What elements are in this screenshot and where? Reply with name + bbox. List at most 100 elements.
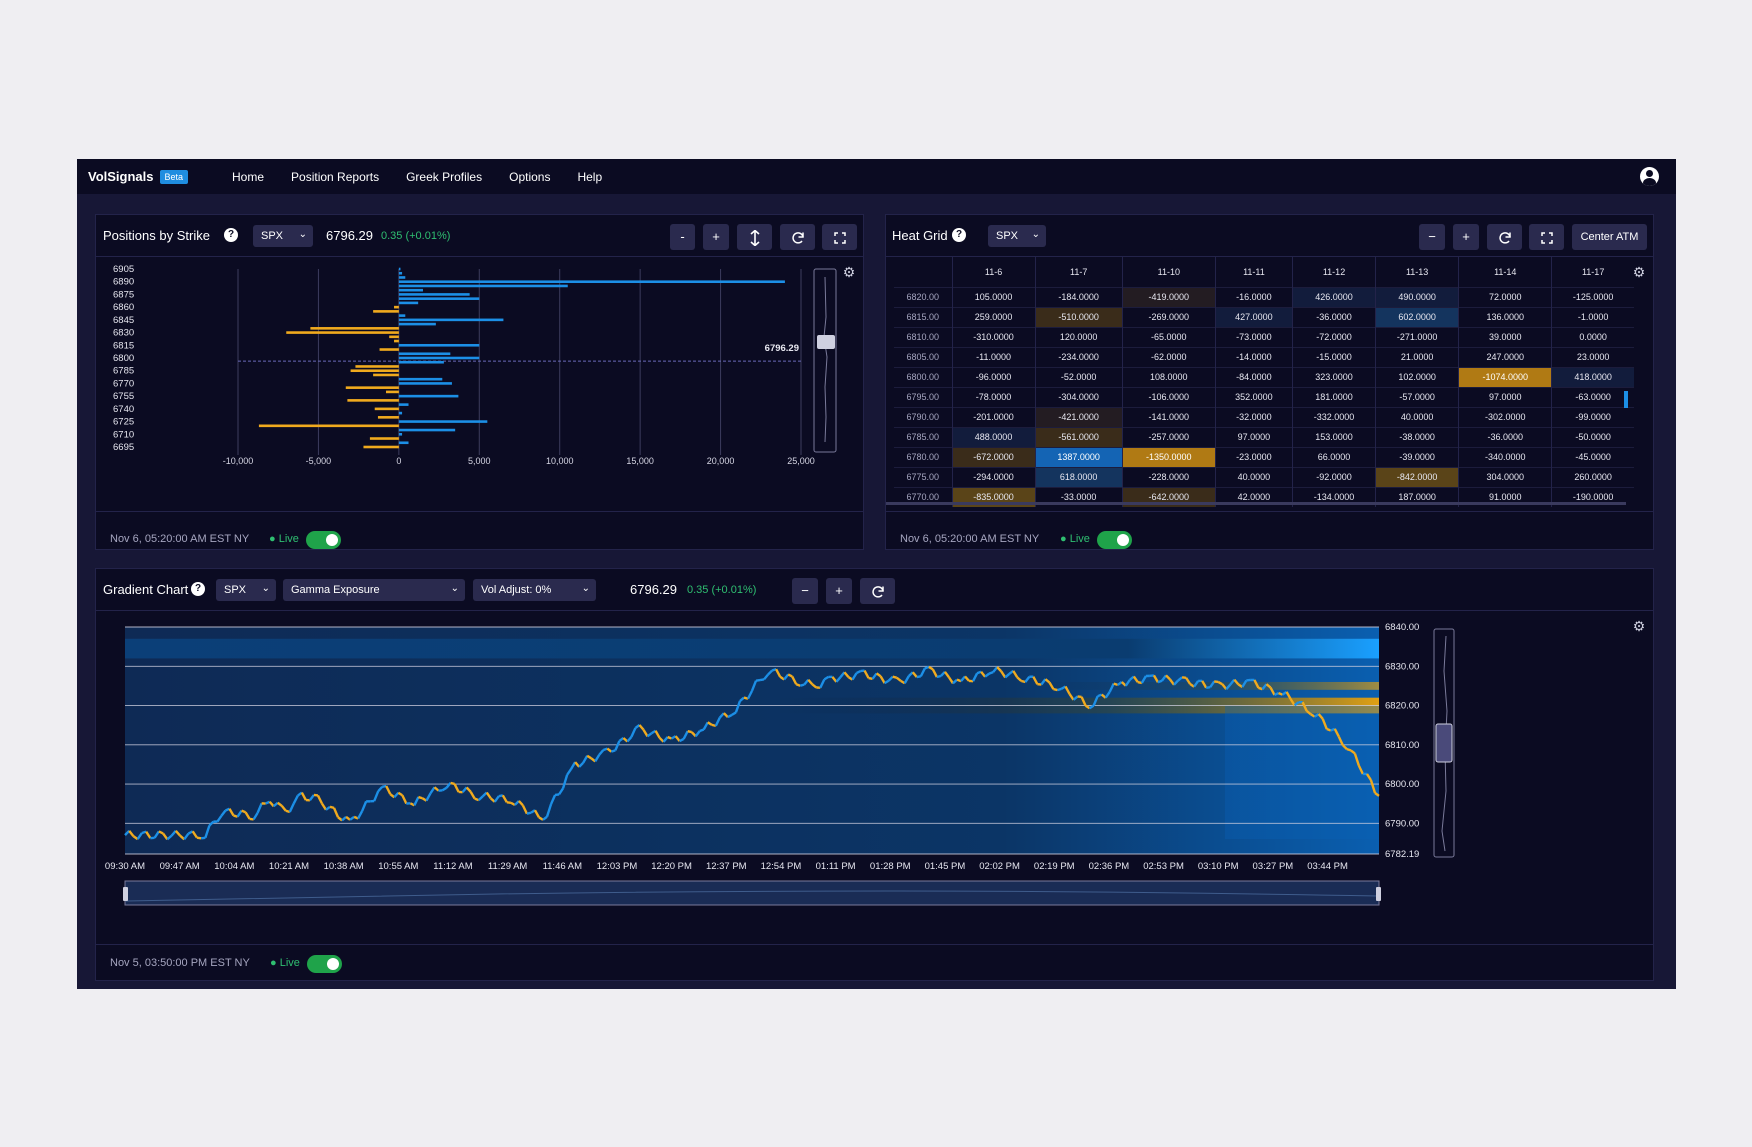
heat-cell[interactable]: 40.0000 (1214, 466, 1293, 487)
heat-cell[interactable]: -184.0000 (1034, 286, 1123, 307)
heat-cell[interactable]: -672.0000 (951, 446, 1036, 467)
heat-cell[interactable]: -14.0000 (1214, 346, 1293, 367)
heatgrid-zoom-in-button[interactable]: + (1453, 224, 1479, 250)
heat-cell[interactable]: -36.0000 (1291, 306, 1376, 327)
heat-cell[interactable]: -16.0000 (1214, 286, 1293, 307)
nav-options[interactable]: Options (509, 170, 550, 184)
heat-cell[interactable]: -271.0000 (1375, 326, 1459, 347)
heat-cell[interactable]: 0.0000 (1551, 326, 1634, 347)
heat-cell[interactable]: 181.0000 (1291, 386, 1376, 407)
heat-cell[interactable]: 490.0000 (1375, 286, 1459, 307)
heat-cell[interactable]: -38.0000 (1375, 426, 1459, 447)
heat-cell[interactable]: 108.0000 (1121, 366, 1216, 387)
heat-cell[interactable]: 97.0000 (1214, 426, 1293, 447)
heat-cell[interactable]: -294.0000 (951, 466, 1036, 487)
heat-cell[interactable]: 488.0000 (951, 426, 1036, 447)
heat-cell[interactable]: 136.0000 (1458, 306, 1552, 327)
heat-cell[interactable]: 260.0000 (1551, 466, 1634, 487)
brand-logo[interactable]: VolSignals (88, 169, 154, 184)
fullscreen-button[interactable] (822, 224, 857, 250)
heatgrid-live-toggle[interactable] (1097, 531, 1132, 549)
heat-cell[interactable]: -1350.0000 (1121, 446, 1216, 467)
heat-cell[interactable]: 72.0000 (1458, 286, 1552, 307)
heat-cell[interactable]: -62.0000 (1121, 346, 1216, 367)
heat-cell[interactable]: 39.0000 (1458, 326, 1552, 347)
heat-cell[interactable]: -65.0000 (1121, 326, 1216, 347)
refresh-button[interactable] (780, 224, 815, 250)
heatgrid-help-icon[interactable]: ? (952, 228, 966, 242)
heat-cell[interactable]: -419.0000 (1121, 286, 1216, 307)
heat-cell[interactable]: -332.0000 (1291, 406, 1376, 427)
gradient-refresh-button[interactable] (860, 578, 895, 604)
heatgrid-fullscreen-button[interactable] (1529, 224, 1564, 250)
heat-cell[interactable]: -234.0000 (1034, 346, 1123, 367)
heat-cell[interactable]: 352.0000 (1214, 386, 1293, 407)
heat-cell[interactable]: -15.0000 (1291, 346, 1376, 367)
nav-greek-profiles[interactable]: Greek Profiles (406, 170, 482, 184)
heat-cell[interactable]: -201.0000 (951, 406, 1036, 427)
positions-live-toggle[interactable] (306, 531, 341, 549)
heat-cell[interactable]: -57.0000 (1375, 386, 1459, 407)
heatgrid-refresh-button[interactable] (1487, 224, 1522, 250)
heatgrid-zoom-out-button[interactable]: − (1419, 224, 1445, 250)
heat-cell[interactable]: 40.0000 (1375, 406, 1459, 427)
vol-adjust-select[interactable]: Vol Adjust: 0% ⌄ (473, 579, 596, 601)
zoom-in-button[interactable]: + (703, 224, 729, 250)
heat-cell[interactable]: 427.0000 (1214, 306, 1293, 327)
heat-cell[interactable]: -45.0000 (1551, 446, 1634, 467)
heat-cell[interactable]: -141.0000 (1121, 406, 1216, 427)
heat-cell[interactable]: -340.0000 (1458, 446, 1552, 467)
heat-cell[interactable]: 102.0000 (1375, 366, 1459, 387)
user-account-icon[interactable] (1640, 167, 1659, 186)
heatgrid-scrollbar-thumb[interactable] (1624, 391, 1628, 408)
heat-cell[interactable]: -421.0000 (1034, 406, 1123, 427)
heat-cell[interactable]: 247.0000 (1458, 346, 1552, 367)
heatgrid-horizontal-scrollbar[interactable] (886, 502, 1626, 505)
heat-cell[interactable]: -228.0000 (1121, 466, 1216, 487)
heatgrid-settings-gear-icon[interactable]: ⚙ (1632, 265, 1646, 279)
metric-select[interactable]: Gamma Exposure ⌄ (283, 579, 465, 601)
heat-cell[interactable]: -99.0000 (1551, 406, 1634, 427)
heat-cell[interactable]: 21.0000 (1375, 346, 1459, 367)
heat-cell[interactable]: 120.0000 (1034, 326, 1123, 347)
heat-cell[interactable]: -36.0000 (1458, 426, 1552, 447)
vertical-fit-button[interactable] (737, 224, 772, 250)
heat-cell[interactable]: -52.0000 (1034, 366, 1123, 387)
heat-cell[interactable]: -842.0000 (1375, 466, 1459, 487)
heat-cell[interactable]: -561.0000 (1034, 426, 1123, 447)
gradient-ticker-select[interactable]: SPX ⌄ (216, 579, 276, 601)
heat-cell[interactable]: -125.0000 (1551, 286, 1634, 307)
heat-cell[interactable]: -1.0000 (1551, 306, 1634, 327)
heat-cell[interactable]: 426.0000 (1291, 286, 1376, 307)
heat-cell[interactable]: -310.0000 (951, 326, 1036, 347)
heat-cell[interactable]: 105.0000 (951, 286, 1036, 307)
heat-cell[interactable]: 618.0000 (1034, 466, 1123, 487)
gradient-zoom-in-button[interactable]: + (826, 578, 852, 604)
heat-cell[interactable]: 304.0000 (1458, 466, 1552, 487)
heat-cell[interactable]: 66.0000 (1291, 446, 1376, 467)
heat-cell[interactable]: -510.0000 (1034, 306, 1123, 327)
heat-cell[interactable]: -106.0000 (1121, 386, 1216, 407)
heat-cell[interactable]: 602.0000 (1375, 306, 1459, 327)
heat-cell[interactable]: -39.0000 (1375, 446, 1459, 467)
heatgrid-ticker-select[interactable]: SPX ⌄ (988, 225, 1046, 247)
positions-ticker-select[interactable]: SPX ⌄ (253, 225, 313, 247)
heat-cell[interactable]: 153.0000 (1291, 426, 1376, 447)
heat-cell[interactable]: -257.0000 (1121, 426, 1216, 447)
center-atm-button[interactable]: Center ATM (1572, 224, 1647, 250)
nav-position-reports[interactable]: Position Reports (291, 170, 379, 184)
gradient-zoom-out-button[interactable]: − (792, 578, 818, 604)
heat-cell[interactable]: -92.0000 (1291, 466, 1376, 487)
heat-cell[interactable]: 23.0000 (1551, 346, 1634, 367)
heat-cell[interactable]: 418.0000 (1551, 366, 1634, 387)
heat-cell[interactable]: -84.0000 (1214, 366, 1293, 387)
gradient-live-toggle[interactable] (307, 955, 342, 973)
nav-help[interactable]: Help (577, 170, 602, 184)
heat-cell[interactable]: 1387.0000 (1034, 446, 1123, 467)
heat-cell[interactable]: -11.0000 (951, 346, 1036, 367)
heat-cell[interactable]: -269.0000 (1121, 306, 1216, 327)
heat-cell[interactable]: -78.0000 (951, 386, 1036, 407)
heat-cell[interactable]: -50.0000 (1551, 426, 1634, 447)
heat-cell[interactable]: 323.0000 (1291, 366, 1376, 387)
heat-cell[interactable]: -302.0000 (1458, 406, 1552, 427)
